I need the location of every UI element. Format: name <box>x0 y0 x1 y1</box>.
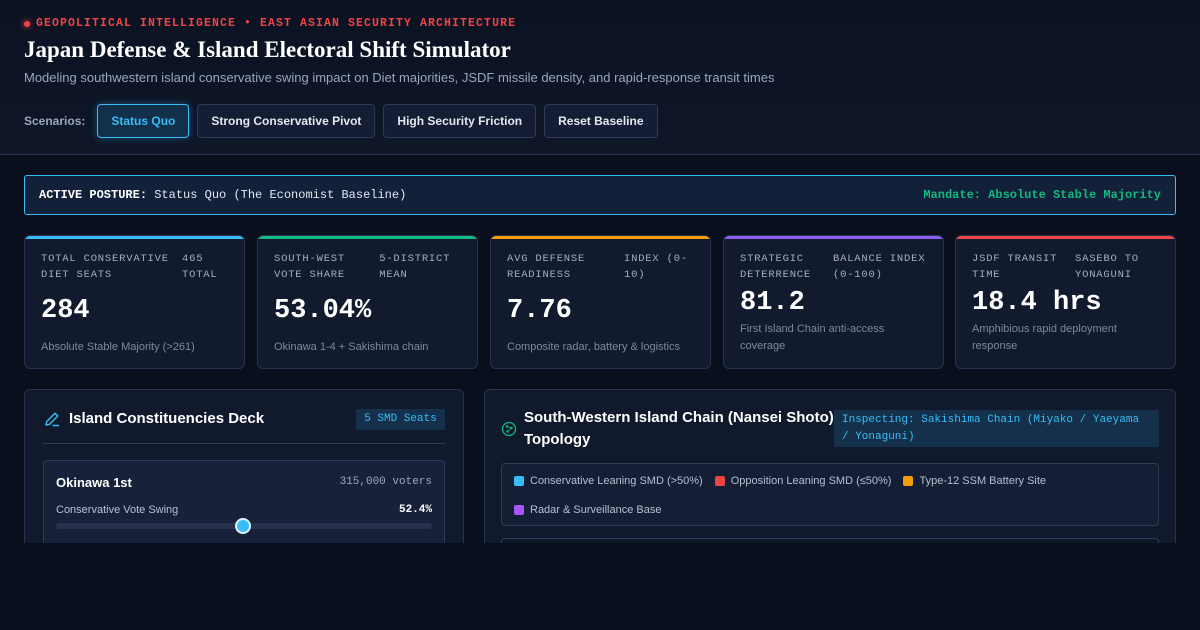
swing-value: 52.4% <box>398 504 432 516</box>
map-legend: Conservative Leaning SMD (>50%) Oppositi… <box>501 463 1159 526</box>
posture-value: Status Quo (The Economist Baseline) <box>154 188 407 202</box>
card-accent-bar <box>956 236 1175 239</box>
posture-label: ACTIVE POSTURE: <box>39 188 148 202</box>
legend-label: Radar & Surveillance Base <box>530 504 662 516</box>
panel-title: Island Constituencies Deck <box>69 410 265 427</box>
card-heading: TOTAL CONSERVATIVE DIET SEATS <box>41 253 169 281</box>
legend-label: Opposition Leaning SMD (≤50%) <box>730 475 892 487</box>
card-note: Absolute Stable Majority (>261) <box>41 341 195 353</box>
card-subheading: 5-DISTRICT MEAN <box>379 253 451 281</box>
card-note: Amphibious rapid deployment response <box>972 323 1117 352</box>
card-accent-bar <box>25 236 244 239</box>
legend-swatch <box>514 476 524 486</box>
page-header: GEOPOLITICAL INTELLIGENCE • EAST ASIAN S… <box>0 0 1200 155</box>
card-value: 18.4 hrs <box>972 288 1102 318</box>
eyebrow-text: GEOPOLITICAL INTELLIGENCE • EAST ASIAN S… <box>36 17 517 30</box>
metric-card-defense-readiness: AVG DEFENSE READINESS INDEX (0-10) 7.76 … <box>490 235 711 369</box>
card-note: Composite radar, battery & logistics <box>507 341 681 353</box>
network-icon <box>501 421 517 437</box>
legend-swatch <box>903 476 914 486</box>
posture-left: ACTIVE POSTURE: Status Quo (The Economis… <box>39 188 406 202</box>
card-value: 7.76 <box>507 296 572 326</box>
metric-card-transit-time: JSDF TRANSIT TIME SASEBO TO YONAGUNI 18.… <box>955 235 1176 369</box>
active-posture-banner: ACTIVE POSTURE: Status Quo (The Economis… <box>24 175 1176 215</box>
card-accent-bar <box>491 236 710 239</box>
voter-count: 315,000 voters <box>339 476 432 488</box>
card-note: Okinawa 1-4 + Sakishima chain <box>274 341 429 353</box>
swing-slider-handle[interactable] <box>235 518 251 534</box>
inspecting-badge: Inspecting: Sakishima Chain (Miyako / Ya… <box>834 410 1159 447</box>
card-header: SOUTH-WEST VOTE SHARE 5-DISTRICT MEAN <box>274 251 463 283</box>
card-note: First Island Chain anti-access coverage <box>740 323 885 352</box>
topology-panel: South-Western Island Chain (Nansei Shoto… <box>484 389 1176 559</box>
page-footer-area <box>0 543 1200 630</box>
constituencies-panel: Island Constituencies Deck 5 SMD Seats O… <box>24 389 464 559</box>
legend-swatch <box>514 505 524 515</box>
legend-ssm-battery: Type-12 SSM Battery Site <box>903 474 1046 488</box>
legend-radar-base: Radar & Surveillance Base <box>514 503 661 517</box>
card-accent-bar <box>258 236 477 239</box>
metric-card-diet-seats: TOTAL CONSERVATIVE DIET SEATS 465 TOTAL … <box>24 235 245 369</box>
page-subtitle: Modeling southwestern island conservativ… <box>24 70 775 85</box>
legend-conservative: Conservative Leaning SMD (>50%) <box>514 474 703 488</box>
constituency-name: Okinawa 1st <box>56 475 132 490</box>
page-title: Japan Defense & Island Electoral Shift S… <box>24 37 511 62</box>
smd-seats-badge: 5 SMD Seats <box>356 409 445 430</box>
scenario-security-friction-button[interactable]: High Security Friction <box>383 104 537 138</box>
card-heading: JSDF TRANSIT TIME <box>972 253 1058 281</box>
card-subheading: INDEX (0-10) <box>624 253 688 281</box>
card-subheading: BALANCE INDEX (0-100) <box>833 253 926 281</box>
scenario-bar: Scenarios: Status Quo Strong Conservativ… <box>24 104 666 138</box>
legend-label: Type-12 SSM Battery Site <box>919 475 1047 487</box>
legend-opposition: Opposition Leaning SMD (≤50%) <box>714 474 892 488</box>
scenario-status-quo-button[interactable]: Status Quo <box>97 104 190 138</box>
card-heading: AVG DEFENSE READINESS <box>507 253 586 281</box>
mandate-status: Mandate: Absolute Stable Majority <box>923 188 1161 202</box>
card-header: STRATEGIC DETERRENCE BALANCE INDEX (0-10… <box>740 251 929 283</box>
scenarios-label: Scenarios: <box>24 114 86 128</box>
card-accent-bar <box>724 236 943 239</box>
eyebrow: GEOPOLITICAL INTELLIGENCE • EAST ASIAN S… <box>24 17 516 30</box>
scenario-conservative-pivot-button[interactable]: Strong Conservative Pivot <box>197 104 376 138</box>
legend-swatch <box>714 476 725 486</box>
divider <box>43 443 445 444</box>
card-value: 53.04% <box>274 296 372 326</box>
metric-card-vote-share: SOUTH-WEST VOTE SHARE 5-DISTRICT MEAN 53… <box>257 235 478 369</box>
card-subheading: 465 TOTAL <box>182 253 218 281</box>
metric-card-deterrence: STRATEGIC DETERRENCE BALANCE INDEX (0-10… <box>723 235 944 369</box>
card-header: AVG DEFENSE READINESS INDEX (0-10) <box>507 251 696 283</box>
card-header: JSDF TRANSIT TIME SASEBO TO YONAGUNI <box>972 251 1161 283</box>
card-subheading: SASEBO TO YONAGUNI <box>1075 253 1139 281</box>
card-heading: SOUTH-WEST VOTE SHARE <box>274 253 346 281</box>
card-heading: STRATEGIC DETERRENCE <box>740 253 812 281</box>
live-dot-icon <box>24 20 30 27</box>
card-value: 284 <box>41 296 90 326</box>
legend-label: Conservative Leaning SMD (>50%) <box>530 475 703 487</box>
card-value: 81.2 <box>740 288 805 318</box>
reset-baseline-button[interactable]: Reset Baseline <box>544 104 658 138</box>
metric-cards: TOTAL CONSERVATIVE DIET SEATS 465 TOTAL … <box>24 235 1176 369</box>
panel-title: South-Western Island Chain (Nansei Shoto… <box>524 409 834 448</box>
card-header: TOTAL CONSERVATIVE DIET SEATS 465 TOTAL <box>41 251 230 283</box>
swing-label: Conservative Vote Swing <box>56 504 179 516</box>
edit-icon <box>45 412 59 427</box>
